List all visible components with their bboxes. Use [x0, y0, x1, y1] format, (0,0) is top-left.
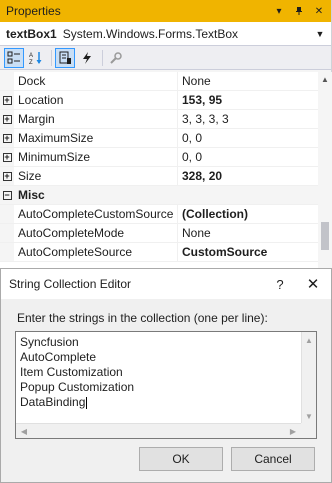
- string-line: Popup Customization: [20, 380, 134, 395]
- string-line: Item Customization: [20, 365, 134, 380]
- properties-toolbar: AZ: [0, 46, 331, 70]
- text-caret: [86, 396, 88, 409]
- alphabetical-icon[interactable]: AZ: [26, 48, 46, 68]
- dropdown-icon[interactable]: ▾: [271, 3, 287, 19]
- ok-button[interactable]: OK: [139, 447, 223, 471]
- property-grid-scrollbar[interactable]: ▲: [318, 72, 332, 268]
- object-selector[interactable]: textBox1 System.Windows.Forms.TextBox ▼: [0, 22, 331, 46]
- string-line-text: Syncfusion: [20, 335, 79, 349]
- property-value[interactable]: 0, 0: [178, 129, 318, 147]
- property-value[interactable]: 153, 95: [178, 91, 318, 109]
- property-name: Dock: [14, 72, 178, 90]
- expander[interactable]: +: [0, 110, 14, 128]
- cancel-button[interactable]: Cancel: [231, 447, 315, 471]
- scroll-right-icon[interactable]: ▶: [285, 424, 301, 439]
- property-row[interactable]: Dock None: [0, 72, 318, 91]
- string-line: DataBinding: [20, 395, 134, 410]
- expander: [0, 72, 14, 90]
- property-row[interactable]: + Location 153, 95: [0, 91, 318, 110]
- property-name: Misc: [18, 188, 45, 202]
- property-name: Margin: [14, 110, 178, 128]
- property-row[interactable]: + Margin 3, 3, 3, 3: [0, 110, 318, 129]
- scroll-thumb[interactable]: [321, 222, 329, 250]
- properties-icon[interactable]: [55, 47, 75, 68]
- dialog-title: String Collection Editor: [9, 277, 132, 291]
- string-line-text: DataBinding: [20, 395, 86, 409]
- string-line-text: AutoComplete: [20, 350, 97, 364]
- scroll-up-icon[interactable]: ▲: [318, 72, 332, 86]
- expander[interactable]: −: [0, 186, 14, 204]
- expander[interactable]: +: [0, 167, 14, 185]
- string-collection-editor-dialog: String Collection Editor ? ✕ Enter the s…: [0, 268, 332, 483]
- toolbar-separator: [51, 49, 52, 66]
- events-icon[interactable]: [77, 48, 97, 68]
- object-name: textBox1: [6, 26, 57, 41]
- property-name: AutoCompleteSource: [14, 243, 178, 261]
- expander[interactable]: +: [0, 148, 14, 166]
- property-value[interactable]: (Collection): [178, 205, 318, 223]
- properties-panel: Properties ▾ ✕ textBox1 System.Windows.F…: [0, 0, 332, 268]
- property-grid: Dock None + Location 153, 95 + Margin 3, 3, 3, …: [0, 72, 318, 268]
- scrollbar-corner: [301, 423, 316, 438]
- category-row[interactable]: − Misc: [0, 186, 318, 205]
- property-name: MinimumSize: [14, 148, 178, 166]
- string-line: AutoComplete: [20, 350, 134, 365]
- scroll-left-icon[interactable]: ◀: [16, 424, 32, 439]
- chevron-down-icon[interactable]: ▼: [313, 29, 327, 39]
- property-name: MaximumSize: [14, 129, 178, 147]
- property-name: Location: [14, 91, 178, 109]
- property-value[interactable]: CustomSource: [178, 243, 318, 261]
- property-name: AutoCompleteMode: [14, 224, 178, 242]
- expander: [0, 224, 14, 242]
- property-row[interactable]: + MaximumSize 0, 0: [0, 129, 318, 148]
- dialog-prompt: Enter the strings in the collection (one…: [17, 311, 268, 325]
- expand-icon[interactable]: +: [2, 133, 12, 143]
- property-value[interactable]: 3, 3, 3, 3: [178, 110, 318, 128]
- expander: [0, 205, 14, 223]
- scroll-down-icon[interactable]: ▼: [302, 408, 316, 424]
- string-line-text: Popup Customization: [20, 380, 135, 394]
- expand-icon[interactable]: +: [2, 171, 12, 181]
- property-row[interactable]: + MinimumSize 0, 0: [0, 148, 318, 167]
- collapse-icon[interactable]: −: [2, 190, 12, 200]
- toolbar-separator: [102, 49, 103, 66]
- property-value[interactable]: 0, 0: [178, 148, 318, 166]
- property-value[interactable]: None: [178, 224, 318, 242]
- expander[interactable]: +: [0, 91, 14, 109]
- string-line-text: Item Customization: [20, 365, 123, 379]
- property-row[interactable]: AutoCompleteCustomSource (Collection): [0, 205, 318, 224]
- expand-icon[interactable]: +: [2, 95, 12, 105]
- expand-icon[interactable]: +: [2, 152, 12, 162]
- property-name: AutoCompleteCustomSource: [14, 205, 178, 223]
- string-line: Syncfusion: [20, 335, 134, 350]
- property-row[interactable]: AutoCompleteSource CustomSource: [0, 243, 318, 262]
- strings-lines: Syncfusion AutoComplete Item Customization…: [20, 335, 134, 410]
- property-row[interactable]: + Size 328, 20: [0, 167, 318, 186]
- property-value[interactable]: None: [178, 72, 318, 90]
- svg-text:Z: Z: [29, 60, 33, 65]
- pin-icon[interactable]: [291, 3, 307, 19]
- expand-icon[interactable]: +: [2, 114, 12, 124]
- properties-title-bar: Properties ▾ ✕: [0, 0, 331, 22]
- properties-title: Properties: [6, 4, 61, 18]
- expander[interactable]: +: [0, 129, 14, 147]
- svg-text:A: A: [29, 53, 33, 59]
- textarea-vertical-scrollbar[interactable]: ▲ ▼: [301, 332, 316, 424]
- object-type: System.Windows.Forms.TextBox: [62, 26, 239, 41]
- textarea-horizontal-scrollbar[interactable]: ◀ ▶: [16, 423, 301, 438]
- strings-textarea[interactable]: Syncfusion AutoComplete Item Customization…: [15, 331, 317, 439]
- help-icon[interactable]: ?: [265, 277, 295, 292]
- property-value[interactable]: 328, 20: [178, 167, 318, 185]
- close-icon[interactable]: ✕: [295, 275, 331, 293]
- expander: [0, 243, 14, 261]
- scroll-up-icon[interactable]: ▲: [302, 332, 316, 348]
- dialog-title-bar: String Collection Editor ? ✕: [1, 269, 331, 299]
- property-pages-icon[interactable]: [106, 48, 126, 68]
- close-icon[interactable]: ✕: [311, 3, 327, 19]
- categorized-icon[interactable]: [4, 47, 24, 68]
- property-name: Size: [14, 167, 178, 185]
- property-row[interactable]: AutoCompleteMode None: [0, 224, 318, 243]
